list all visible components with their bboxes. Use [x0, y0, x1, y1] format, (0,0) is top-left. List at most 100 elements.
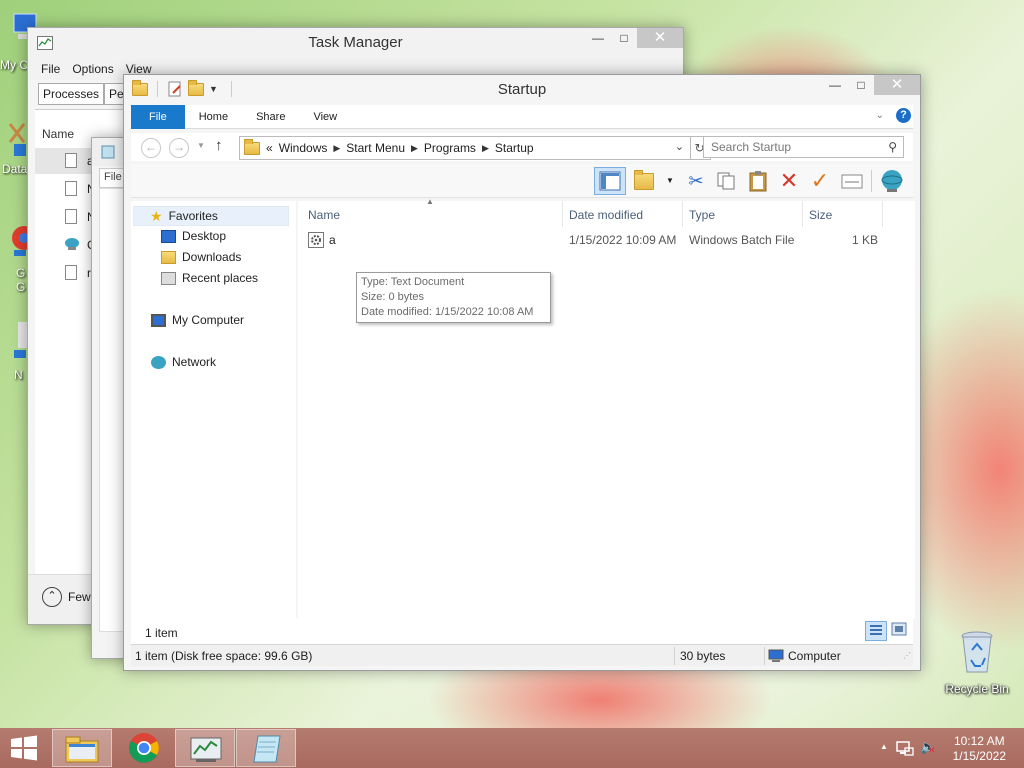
details-view-button[interactable]	[865, 621, 887, 641]
nav-my-computer[interactable]: My Computer	[151, 313, 244, 327]
back-button[interactable]: ←	[141, 138, 161, 158]
file-tooltip: Type: Text Document Size: 0 bytes Date m…	[356, 272, 551, 323]
desktop-icon-label: My C	[0, 58, 28, 72]
chevron-right-icon[interactable]: ▶	[333, 143, 340, 154]
maximize-button[interactable]: □	[611, 28, 637, 48]
breadcrumb-start-menu[interactable]: Start Menu	[346, 141, 405, 155]
desktop-icon-network[interactable]: N	[0, 320, 30, 390]
ribbon-tabs: File Home Share View ⌄ ?	[131, 104, 913, 129]
column-name-header[interactable]: Name	[42, 127, 74, 141]
address-overflow[interactable]: «	[266, 141, 273, 155]
clock[interactable]: 10:12 AM 1/15/2022	[953, 734, 1006, 764]
file-type: Windows Batch File	[689, 233, 795, 247]
show-hidden-icons-icon[interactable]: ▲	[880, 742, 888, 751]
expand-ribbon-icon[interactable]: ⌄	[876, 110, 884, 121]
maximize-button[interactable]: □	[848, 75, 874, 95]
menu-file[interactable]: File	[41, 62, 60, 76]
taskbar-chrome[interactable]	[114, 729, 174, 767]
large-icons-view-button[interactable]	[891, 622, 909, 640]
breadcrumb-startup[interactable]: Startup	[495, 141, 534, 155]
forward-button[interactable]: →	[169, 138, 189, 158]
desktop-icon-data[interactable]: Data	[0, 120, 30, 180]
nav-downloads[interactable]: Downloads	[161, 250, 241, 264]
nav-label: Downloads	[182, 250, 242, 264]
tab-view[interactable]: View	[299, 105, 351, 129]
folder-icon	[244, 138, 260, 155]
cut-button[interactable]: ✂	[683, 168, 709, 194]
start-button[interactable]	[0, 728, 48, 768]
status-disk-space: 1 item (Disk free space: 99.6 GB)	[135, 649, 313, 663]
file-date: 1/15/2022 10:09 AM	[569, 233, 677, 247]
status-bar: 1 item (Disk free space: 99.6 GB) 30 byt…	[131, 644, 913, 666]
explorer-window[interactable]: ▼ Startup — □ ✕ File Home Share View ⌄ ?…	[123, 74, 921, 671]
help-icon[interactable]: ?	[896, 108, 911, 123]
menu-options[interactable]: Options	[72, 62, 113, 76]
address-dropdown-icon[interactable]: ⌄	[675, 140, 684, 153]
taskbar-file-explorer[interactable]	[52, 729, 112, 767]
move-to-folder-button[interactable]	[634, 168, 660, 194]
preview-pane-button[interactable]	[594, 167, 626, 195]
recent-locations-icon[interactable]: ▼	[197, 141, 205, 150]
close-button[interactable]: ✕	[637, 28, 683, 48]
tab-share[interactable]: Share	[242, 105, 299, 129]
breadcrumb-windows[interactable]: Windows	[279, 141, 328, 155]
task-manager-tabs: Processes Per	[38, 83, 133, 105]
delete-button[interactable]: ✕	[776, 168, 802, 194]
column-divider	[562, 201, 563, 227]
dropdown-arrow-icon[interactable]: ▼	[666, 176, 674, 185]
column-divider	[682, 201, 683, 227]
downloads-folder-icon	[161, 250, 176, 264]
clipboard-icon	[749, 171, 767, 192]
nav-desktop[interactable]: Desktop	[161, 229, 226, 243]
paste-button[interactable]	[745, 168, 771, 194]
network-status-icon[interactable]	[896, 740, 914, 756]
column-header-size[interactable]: Size	[809, 208, 832, 222]
file-row[interactable]: a 1/15/2022 10:09 AM Windows Batch File …	[298, 229, 915, 251]
column-header-date-modified[interactable]: Date modified	[569, 208, 643, 222]
desktop-icon	[161, 229, 176, 243]
desktop-icon-label: Data	[2, 162, 28, 176]
notepad-icon	[101, 145, 115, 159]
address-bar[interactable]: « Windows ▶ Start Menu ▶ Programs ▶ Star…	[239, 136, 691, 160]
tab-processes[interactable]: Processes	[38, 83, 105, 105]
column-header-type[interactable]: Type	[689, 208, 715, 222]
file-list[interactable]: ▲ Name Date modified Type Size a 1/15/20…	[298, 197, 915, 618]
chevron-right-icon[interactable]: ▶	[411, 143, 418, 154]
system-tray: ▲ 🔈 ✕ 10:12 AM 1/15/2022	[864, 728, 1024, 768]
tab-home[interactable]: Home	[185, 105, 242, 129]
rename-button[interactable]: ✓	[807, 168, 833, 194]
breadcrumb-programs[interactable]: Programs	[424, 141, 476, 155]
task-manager-titlebar[interactable]: Task Manager — □ ✕	[28, 28, 683, 58]
volume-muted-icon[interactable]: 🔈 ✕	[920, 739, 936, 755]
minimize-button[interactable]: —	[822, 75, 848, 95]
desktop-icon-recycle-bin[interactable]: Recycle Bin	[940, 628, 1014, 700]
minimize-button[interactable]: —	[585, 28, 611, 48]
resize-grip-icon[interactable]: ⋰	[903, 651, 911, 660]
taskbar-task-manager[interactable]	[175, 729, 235, 767]
taskbar: ▲ 🔈 ✕ 10:12 AM 1/15/2022	[0, 728, 1024, 768]
fewer-details-button[interactable]: ⌃ Few	[42, 587, 91, 607]
up-button[interactable]: ↑	[215, 137, 223, 154]
item-count: 1 item	[145, 626, 178, 640]
column-header-name[interactable]: Name	[308, 208, 340, 222]
properties-button[interactable]	[839, 168, 865, 194]
nav-favorites[interactable]: ★ Favorites	[133, 206, 289, 226]
chevron-right-icon[interactable]: ▶	[482, 143, 489, 154]
taskbar-notepad[interactable]	[236, 729, 296, 767]
network-button[interactable]	[879, 168, 905, 194]
copy-button[interactable]	[713, 168, 739, 194]
close-button[interactable]: ✕	[874, 75, 920, 95]
status-selection-size: 30 bytes	[680, 649, 726, 663]
nav-recent-places[interactable]: Recent places	[161, 271, 258, 285]
navigation-pane: ★ Favorites Desktop Downloads Recent pla…	[131, 201, 296, 618]
text-file-icon	[65, 209, 77, 224]
search-input[interactable]: Search Startup ⚲	[703, 136, 904, 158]
search-icon[interactable]: ⚲	[888, 137, 897, 157]
nav-network[interactable]: Network	[151, 355, 216, 369]
explorer-titlebar[interactable]: ▼ Startup — □ ✕	[124, 75, 920, 105]
nav-label: Favorites	[168, 209, 218, 223]
text-file-icon	[65, 181, 77, 196]
tab-file[interactable]: File	[131, 104, 185, 129]
nav-label: My Computer	[172, 313, 245, 327]
desktop-icon-chrome[interactable]: G G	[0, 222, 36, 294]
